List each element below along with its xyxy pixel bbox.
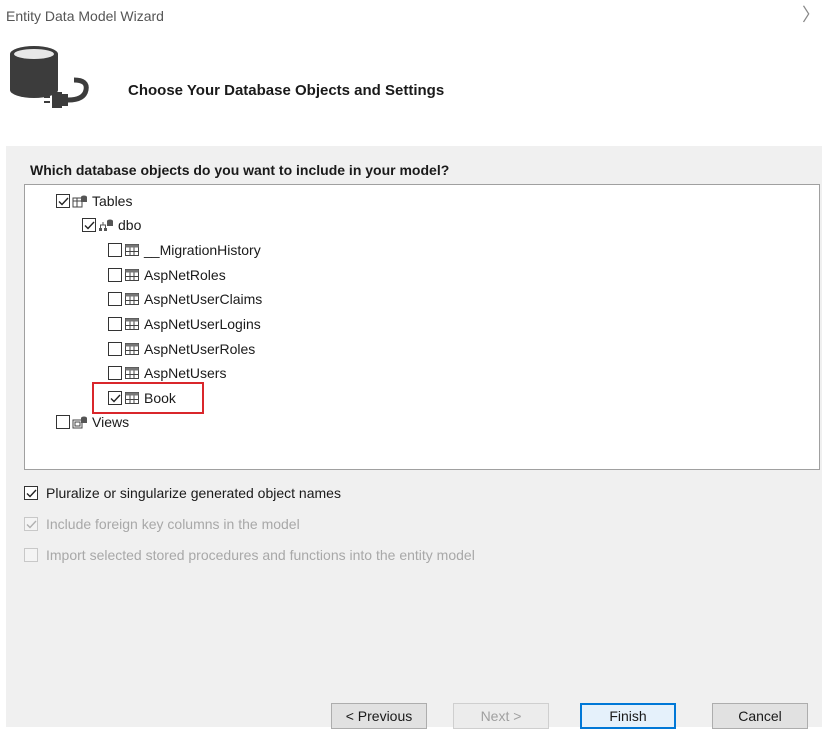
dbo-label: dbo (118, 217, 142, 233)
table-icon (125, 269, 139, 281)
aspnetuserroles-checkbox[interactable] (108, 342, 122, 356)
table-icon (125, 367, 139, 379)
tree-item-label: AspNetUsers (144, 365, 227, 381)
pluralize-checkbox[interactable] (24, 486, 38, 500)
foreign-keys-label: Include foreign key columns in the model (46, 516, 300, 532)
stored-procs-option: Import selected stored procedures and fu… (24, 545, 475, 565)
tree-item-label: AspNetUserLogins (144, 316, 261, 332)
tree-item-aspnetuserlogins[interactable]: AspNetUserLogins (108, 314, 261, 334)
wizard-heading: Choose Your Database Objects and Setting… (128, 82, 445, 99)
migrationhistory-checkbox[interactable] (108, 243, 122, 257)
tree-item-aspnetuserclaims[interactable]: AspNetUserClaims (108, 289, 262, 309)
aspnetusers-checkbox[interactable] (108, 366, 122, 380)
tree-question: Which database objects do you want to in… (30, 162, 450, 178)
table-icon (125, 343, 139, 355)
table-icon (125, 244, 139, 256)
previous-button[interactable]: < Previous (331, 703, 427, 729)
views-checkbox[interactable] (56, 415, 70, 429)
dbo-checkbox[interactable] (82, 218, 96, 232)
foreign-keys-option: Include foreign key columns in the model (24, 514, 300, 534)
tree-node-tables[interactable]: Tables (56, 191, 132, 211)
tree-item-label: AspNetUserRoles (144, 341, 256, 357)
stored-procs-label: Import selected stored procedures and fu… (46, 547, 475, 563)
views-label: Views (92, 414, 130, 430)
aspnetuserlogins-checkbox[interactable] (108, 317, 122, 331)
tree-node-views[interactable]: Views (56, 412, 129, 432)
tree-item-label: AspNetUserClaims (144, 291, 263, 307)
pluralize-label: Pluralize or singularize generated objec… (46, 485, 341, 501)
tree-item-label: __MigrationHistory (144, 242, 261, 258)
book-highlight-annotation (92, 382, 204, 414)
table-icon (125, 293, 139, 305)
next-button: Next > (453, 703, 549, 729)
aspnetuserclaims-checkbox[interactable] (108, 292, 122, 306)
tables-label: Tables (92, 193, 133, 209)
views-folder-icon (72, 416, 87, 429)
table-icon (125, 318, 139, 330)
pluralize-option[interactable]: Pluralize or singularize generated objec… (24, 483, 341, 503)
tree-item-aspnetroles[interactable]: AspNetRoles (108, 265, 226, 285)
tree-node-dbo[interactable]: dbo (82, 215, 141, 235)
close-icon[interactable]: 〉 (802, 6, 820, 24)
title-bar: Entity Data Model Wizard 〉 (0, 0, 822, 36)
tree-item-aspnetusers[interactable]: AspNetUsers (108, 363, 226, 383)
tables-folder-icon (72, 195, 87, 208)
window-title: Entity Data Model Wizard (6, 8, 164, 24)
tree-item-label: AspNetRoles (144, 267, 226, 283)
schema-icon (99, 219, 113, 231)
finish-button[interactable]: Finish (580, 703, 676, 729)
tables-checkbox[interactable] (56, 194, 70, 208)
database-connect-icon (10, 46, 89, 108)
cancel-button[interactable]: Cancel (712, 703, 808, 729)
foreign-keys-checkbox (24, 517, 38, 531)
stored-procs-checkbox (24, 548, 38, 562)
tree-item-aspnetuserroles[interactable]: AspNetUserRoles (108, 339, 255, 359)
tree-item-migrationhistory[interactable]: __MigrationHistory (108, 240, 261, 260)
aspnetroles-checkbox[interactable] (108, 268, 122, 282)
